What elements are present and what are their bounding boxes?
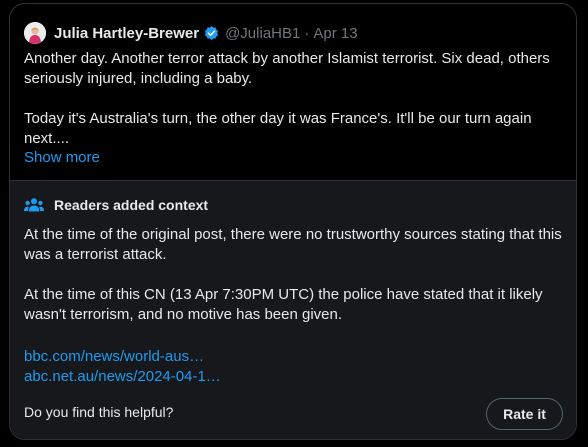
source-link-abc[interactable]: abc.net.au/news/2024-04-1…	[24, 367, 221, 387]
community-note-text: At the time of the original post, there …	[24, 225, 564, 325]
author-handle[interactable]: @JuliaHB1	[225, 25, 300, 42]
readers-icon	[24, 198, 44, 212]
post-text: Another day. Another terror attack by an…	[24, 49, 564, 149]
note-paragraph: At the time of this CN (13 Apr 7:30PM UT…	[24, 286, 543, 323]
helpful-prompt: Do you find this helpful?	[24, 404, 174, 420]
avatar[interactable]	[24, 22, 46, 44]
source-links: bbc.com/news/world-aus… abc.net.au/news/…	[24, 347, 221, 387]
community-note: Readers added context At the time of the…	[10, 180, 576, 439]
note-paragraph: At the time of the original post, there …	[24, 226, 562, 263]
post-paragraph: Today it's Australia's turn, the other d…	[24, 110, 532, 147]
show-more-link[interactable]: Show more	[24, 149, 100, 166]
source-link-bbc[interactable]: bbc.com/news/world-aus…	[24, 347, 221, 367]
separator-dot: ·	[304, 24, 310, 42]
tweet-card[interactable]: Julia Hartley-Brewer @JuliaHB1 · Apr 13 …	[9, 3, 577, 440]
post-paragraph: Another day. Another terror attack by an…	[24, 50, 550, 87]
post-date[interactable]: Apr 13	[313, 25, 357, 42]
post: Julia Hartley-Brewer @JuliaHB1 · Apr 13 …	[10, 4, 576, 180]
rate-it-button[interactable]: Rate it	[486, 398, 563, 430]
avatar-image	[24, 22, 46, 44]
community-note-title: Readers added context	[54, 197, 209, 213]
author-name[interactable]: Julia Hartley-Brewer	[54, 25, 199, 42]
verified-badge-icon	[205, 25, 219, 40]
author-row: Julia Hartley-Brewer @JuliaHB1 · Apr 13	[24, 20, 358, 46]
community-note-header: Readers added context	[24, 195, 208, 215]
